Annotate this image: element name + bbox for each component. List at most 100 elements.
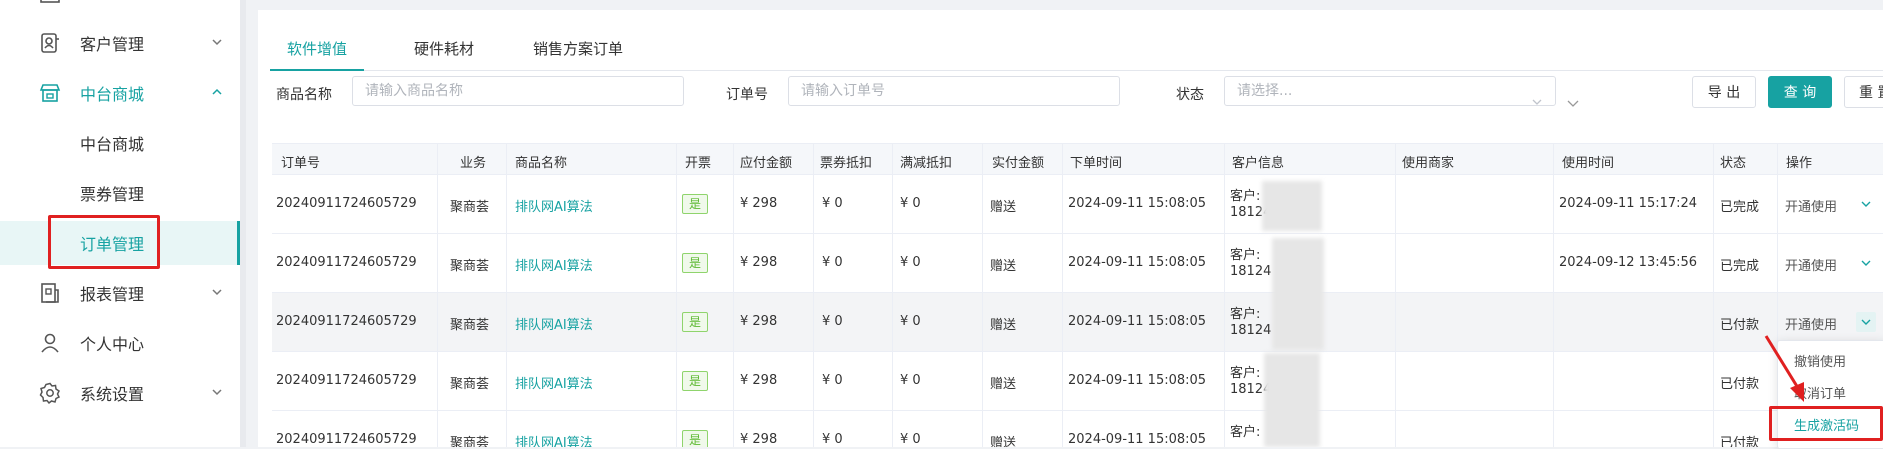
sidebar-item-label: 个人中心: [80, 335, 145, 354]
cell-coupon: ¥ 0: [822, 196, 843, 211]
cell-coupon: ¥ 0: [822, 373, 843, 388]
column-divider: [1062, 143, 1063, 447]
open-use-button[interactable]: 开通使用: [1785, 196, 1837, 215]
cell-discount: ¥ 0: [900, 373, 921, 388]
cell-coupon: ¥ 0: [822, 432, 843, 447]
cell-status: 已完成: [1720, 259, 1760, 274]
cell-discount: ¥ 0: [900, 314, 921, 329]
chevron-down-icon: [1861, 201, 1871, 207]
cell-payable: ¥ 298: [740, 373, 778, 388]
highlight-box-generate-code: [1769, 406, 1883, 441]
query-button[interactable]: 查 询: [1768, 76, 1832, 108]
highlight-box-orders: [48, 215, 160, 269]
cell-payable: ¥ 298: [740, 314, 778, 329]
sidebar-item-label: 系统设置: [80, 385, 145, 404]
chevron-down-icon: [212, 289, 222, 296]
table-row: 20240911724605729 聚商荟 排队网AI算法 是 ¥ 298 ¥ …: [272, 352, 1883, 411]
column-divider: [676, 143, 677, 447]
cell-status: 已完成: [1720, 200, 1760, 215]
chevron-down-icon: [1861, 260, 1871, 266]
order-no-label: 订单号: [726, 87, 768, 103]
tab-sales-plan[interactable]: 销售方案订单: [526, 28, 630, 70]
product-link[interactable]: 排队网AI算法: [515, 255, 593, 274]
gear-icon: [39, 382, 61, 405]
status-label: 状态: [1176, 87, 1204, 103]
sidebar-item-store[interactable]: 中台商城: [0, 73, 240, 113]
reset-button[interactable]: 重 置: [1844, 76, 1883, 108]
cell-order-no: 20240911724605729: [276, 373, 417, 388]
menu-icon-partial: [40, 0, 60, 3]
sidebar-item-customer[interactable]: 客户管理: [0, 23, 240, 63]
privacy-blur: [1264, 353, 1320, 447]
chevron-up-icon: [212, 88, 222, 95]
col-used-time: 使用时间: [1562, 156, 1615, 171]
col-invoice: 开票: [685, 156, 712, 171]
cell-status: 已付款: [1720, 377, 1760, 392]
order-no-input[interactable]: [788, 76, 1120, 106]
invoice-badge: 是: [682, 430, 708, 447]
actions-dropdown-toggle[interactable]: [1856, 253, 1876, 273]
sidebar-item-label: 客户管理: [80, 35, 145, 54]
customer-icon: [41, 33, 59, 53]
sidebar-item-label: 中台商城: [80, 85, 145, 104]
column-divider: [1224, 143, 1225, 447]
chevron-down-icon: [1532, 99, 1542, 105]
cell-payable: ¥ 298: [740, 432, 778, 447]
actions-dropdown-toggle[interactable]: [1856, 194, 1876, 214]
cell-order-time: 2024-09-11 15:08:05: [1068, 314, 1207, 329]
cell-order-no: 20240911724605729: [276, 314, 417, 329]
sidebar-subitem-label: 票券管理: [80, 185, 145, 204]
column-divider: [733, 143, 734, 447]
sidebar-subitem-coupons[interactable]: 票券管理: [0, 171, 240, 215]
sidebar-item-profile[interactable]: 个人中心: [0, 323, 240, 363]
cell-used-time: 2024-09-11 15:17:24: [1559, 196, 1698, 211]
cell-business: 聚商荟: [450, 377, 490, 392]
column-divider: [506, 143, 507, 447]
invoice-badge: 是: [682, 194, 708, 214]
cell-status: 已付款: [1720, 318, 1760, 333]
col-discount: 满减抵扣: [900, 156, 953, 171]
column-divider: [1553, 143, 1554, 447]
product-name-input[interactable]: [352, 76, 684, 106]
cell-status: 已付款: [1720, 436, 1760, 447]
table-row: 20240911724605729 聚商荟 排队网AI算法 是 ¥ 298 ¥ …: [272, 411, 1883, 447]
cell-paid: 赠送: [990, 377, 1017, 392]
chevron-down-icon: [212, 39, 222, 46]
cell-customer-name: 客户:: [1230, 366, 1261, 381]
orders-table: 订单号 业务 商品名称 开票 应付金额 票券抵扣 满减抵扣 实付金额 下单时间 …: [272, 143, 1883, 447]
product-link[interactable]: 排队网AI算法: [515, 196, 593, 215]
invoice-badge: 是: [682, 371, 708, 391]
cell-paid: 赠送: [990, 200, 1017, 215]
user-icon: [41, 333, 59, 353]
column-divider: [982, 143, 983, 447]
column-divider: [1395, 143, 1396, 447]
cell-order-no: 20240911724605729: [276, 432, 417, 447]
status-select[interactable]: [1224, 76, 1556, 106]
open-use-button[interactable]: 开通使用: [1785, 255, 1837, 274]
cell-order-time: 2024-09-11 15:08:05: [1068, 432, 1207, 447]
product-link[interactable]: 排队网AI算法: [515, 432, 593, 447]
report-icon: [41, 283, 59, 303]
product-link[interactable]: 排队网AI算法: [515, 373, 593, 392]
actions-dropdown-toggle[interactable]: [1856, 312, 1876, 332]
cell-customer-name: 客户:: [1230, 248, 1261, 263]
export-button[interactable]: 导 出: [1692, 76, 1756, 108]
col-merchant: 使用商家: [1402, 156, 1455, 171]
product-link[interactable]: 排队网AI算法: [515, 314, 593, 333]
product-name-label: 商品名称: [276, 87, 332, 103]
tab-hardware[interactable]: 硬件耗材: [404, 28, 484, 70]
tab-software[interactable]: 软件增值: [270, 28, 364, 71]
sidebar-item-settings[interactable]: 系统设置: [0, 373, 240, 413]
col-paid: 实付金额: [992, 156, 1045, 171]
sidebar-subitem-store[interactable]: 中台商城: [0, 121, 240, 165]
cell-used-time: 2024-09-12 13:45:56: [1559, 255, 1698, 270]
table-row: 20240911724605729 聚商荟 排队网AI算法 是 ¥ 298 ¥ …: [272, 175, 1883, 234]
store-icon: [39, 84, 61, 102]
col-customer: 客户信息: [1232, 156, 1285, 171]
sidebar-item-label: 报表管理: [80, 285, 145, 304]
sidebar-item-reports[interactable]: 报表管理: [0, 273, 240, 313]
chevron-down-icon[interactable]: [1566, 96, 1580, 110]
cell-customer-name: 客户:: [1230, 189, 1261, 204]
cell-discount: ¥ 0: [900, 255, 921, 270]
sidebar-subitem-label: 中台商城: [80, 135, 145, 154]
